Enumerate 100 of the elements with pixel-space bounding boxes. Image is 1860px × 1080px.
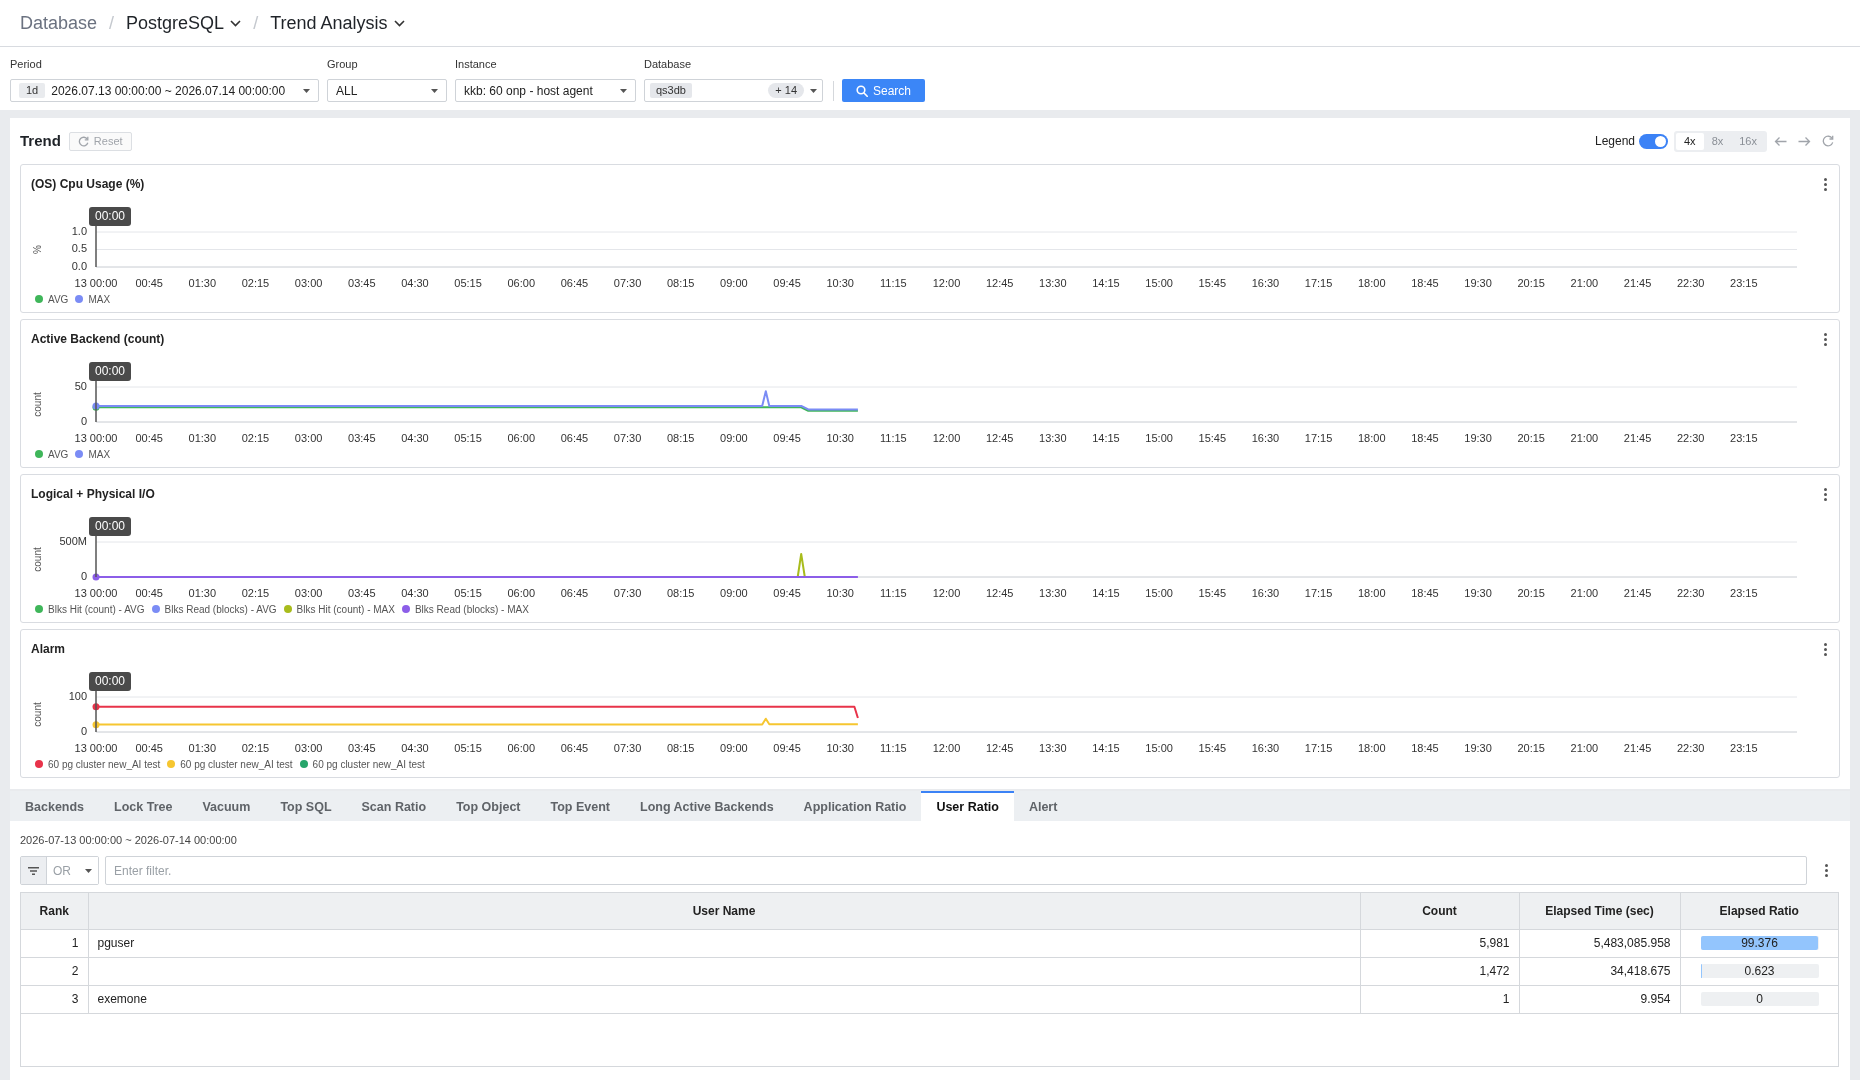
table-cell: pguser — [88, 929, 1360, 957]
axis-label: 12:00 — [932, 431, 961, 444]
axis-title: count — [31, 547, 43, 572]
axis-label: 09:45 — [773, 741, 801, 754]
more-icon[interactable] — [1825, 864, 1828, 877]
axis-label: 22:30 — [1676, 741, 1705, 754]
database-select[interactable]: qs3db + 14 — [644, 79, 823, 102]
axis-label: 09:00 — [720, 741, 748, 754]
cursor-tooltip: 00:00 — [89, 362, 132, 381]
axis-label: 04:30 — [401, 586, 429, 599]
legend-label: 60 pg cluster new_AI test — [48, 757, 161, 772]
axis-label: 21:45 — [1623, 431, 1652, 444]
zoom-level-button[interactable]: 4x — [1676, 132, 1704, 150]
axis-label: 06:45 — [560, 431, 589, 444]
column-header[interactable]: Count — [1360, 893, 1519, 929]
axis-label: 20:15 — [1517, 431, 1545, 444]
breadcrumb-dropdown[interactable]: Trend Analysis — [270, 9, 405, 37]
axis-label: 0 — [80, 724, 87, 737]
axis-label: 13:30 — [1039, 431, 1067, 444]
tab[interactable]: Top SQL — [265, 791, 347, 821]
axis-label: 04:30 — [401, 431, 429, 444]
tab[interactable]: Lock Tree — [99, 791, 188, 821]
tab[interactable]: User Ratio — [921, 791, 1014, 821]
zoom-level-button[interactable]: 16x — [1731, 132, 1765, 150]
axis-label: 13:30 — [1039, 586, 1067, 599]
table-cell: exemone — [88, 985, 1360, 1013]
breadcrumb-link[interactable]: Database — [20, 9, 98, 37]
column-header[interactable]: User Name — [88, 893, 1360, 929]
axis-label: 04:30 — [401, 741, 429, 754]
legend-label: Blks Read (blocks) - AVG — [164, 602, 277, 617]
axis-label: 19:30 — [1464, 741, 1492, 754]
axis-label: 0 — [80, 414, 87, 427]
group-select[interactable]: ALL — [327, 79, 447, 102]
axis-label: 06:00 — [507, 741, 535, 754]
caret-down-icon — [620, 88, 627, 93]
column-header[interactable]: Elapsed Ratio — [1680, 893, 1838, 929]
axis-label: 09:00 — [720, 586, 748, 599]
axis-label: 05:15 — [454, 586, 482, 599]
axis-label: 20:15 — [1517, 586, 1545, 599]
axis-title: count — [31, 392, 43, 417]
axis-label: 01:30 — [188, 741, 217, 754]
axis-label: 21:45 — [1623, 741, 1652, 754]
axis-label: 00:45 — [135, 741, 163, 754]
tab[interactable]: Top Object — [441, 791, 536, 821]
axis-label: 00:45 — [135, 586, 163, 599]
period-badge: 1d — [19, 83, 46, 98]
legend-toggle[interactable] — [1639, 133, 1668, 149]
instance-select[interactable]: kkb: 60 onp - host agent — [455, 79, 636, 102]
axis-label: 12:00 — [932, 741, 961, 754]
breadcrumb-dropdown[interactable]: PostgreSQL — [126, 9, 242, 37]
cursor-tooltip: 00:00 — [89, 672, 132, 691]
column-header[interactable]: Rank — [21, 893, 88, 929]
axis-label: 07:30 — [613, 586, 642, 599]
axis-label: 23:15 — [1730, 586, 1758, 599]
axis-label: 11:15 — [880, 741, 907, 754]
axis-label: 12:45 — [985, 741, 1014, 754]
axis-label: 16:30 — [1251, 431, 1280, 444]
legend-label: Blks Hit (count) - AVG — [48, 602, 145, 617]
axis-label: 23:15 — [1730, 741, 1758, 754]
axis-label: 08:15 — [666, 431, 695, 444]
search-button[interactable]: Search — [842, 79, 925, 102]
tab[interactable]: Top Event — [535, 791, 625, 821]
axis-label: 16:30 — [1251, 586, 1280, 599]
axis-label: 06:00 — [507, 431, 535, 444]
tab[interactable]: Application Ratio — [788, 791, 922, 821]
axis-label: 20:15 — [1517, 741, 1545, 754]
axis-label: 19:30 — [1464, 431, 1492, 444]
axis-label: 00:45 — [135, 431, 163, 444]
cursor-line — [95, 380, 97, 423]
axis-label: 17:15 — [1304, 741, 1333, 754]
more-icon[interactable] — [1824, 642, 1827, 656]
tab[interactable]: Scan Ratio — [346, 791, 442, 821]
field-label: Group — [327, 57, 359, 71]
axis-label: 18:00 — [1358, 586, 1386, 599]
axis-label: 14:15 — [1092, 586, 1120, 599]
chart-title: Active Backend (count) — [31, 332, 165, 346]
more-icon[interactable] — [1824, 177, 1827, 191]
axis-label: 19:30 — [1464, 586, 1492, 599]
tab[interactable]: Alert — [1013, 791, 1073, 821]
tab[interactable]: Vacuum — [187, 791, 266, 821]
axis-label: 01:30 — [188, 586, 217, 599]
tab[interactable]: Backends — [10, 791, 100, 821]
more-icon[interactable] — [1824, 487, 1827, 501]
axis-label: 15:00 — [1145, 741, 1173, 754]
more-icon[interactable] — [1824, 332, 1827, 346]
caret-down-icon — [303, 88, 310, 93]
axis-label: 14:15 — [1092, 431, 1120, 444]
legend-label: 60 pg cluster new_AI test — [312, 757, 425, 772]
column-header[interactable]: Elapsed Time (sec) — [1519, 893, 1680, 929]
zoom-level-button[interactable]: 8x — [1703, 132, 1732, 150]
table-cell: 1,472 — [1360, 957, 1519, 985]
axis-label: 15:45 — [1198, 431, 1227, 444]
ratio-value: 0.623 — [1743, 964, 1776, 978]
legend-label: Blks Read (blocks) - MAX — [414, 602, 529, 617]
axis-label: 18:00 — [1358, 431, 1386, 444]
period-select[interactable]: 1d 2026.07.13 00:00:00 ~ 2026.07.14 00:00:00 — [10, 79, 319, 102]
axis-label: 05:15 — [454, 741, 482, 754]
axis-label: 06:45 — [560, 741, 589, 754]
tab[interactable]: Long Active Backends — [625, 791, 789, 821]
filter-input[interactable]: Enter filter. — [105, 856, 1807, 885]
